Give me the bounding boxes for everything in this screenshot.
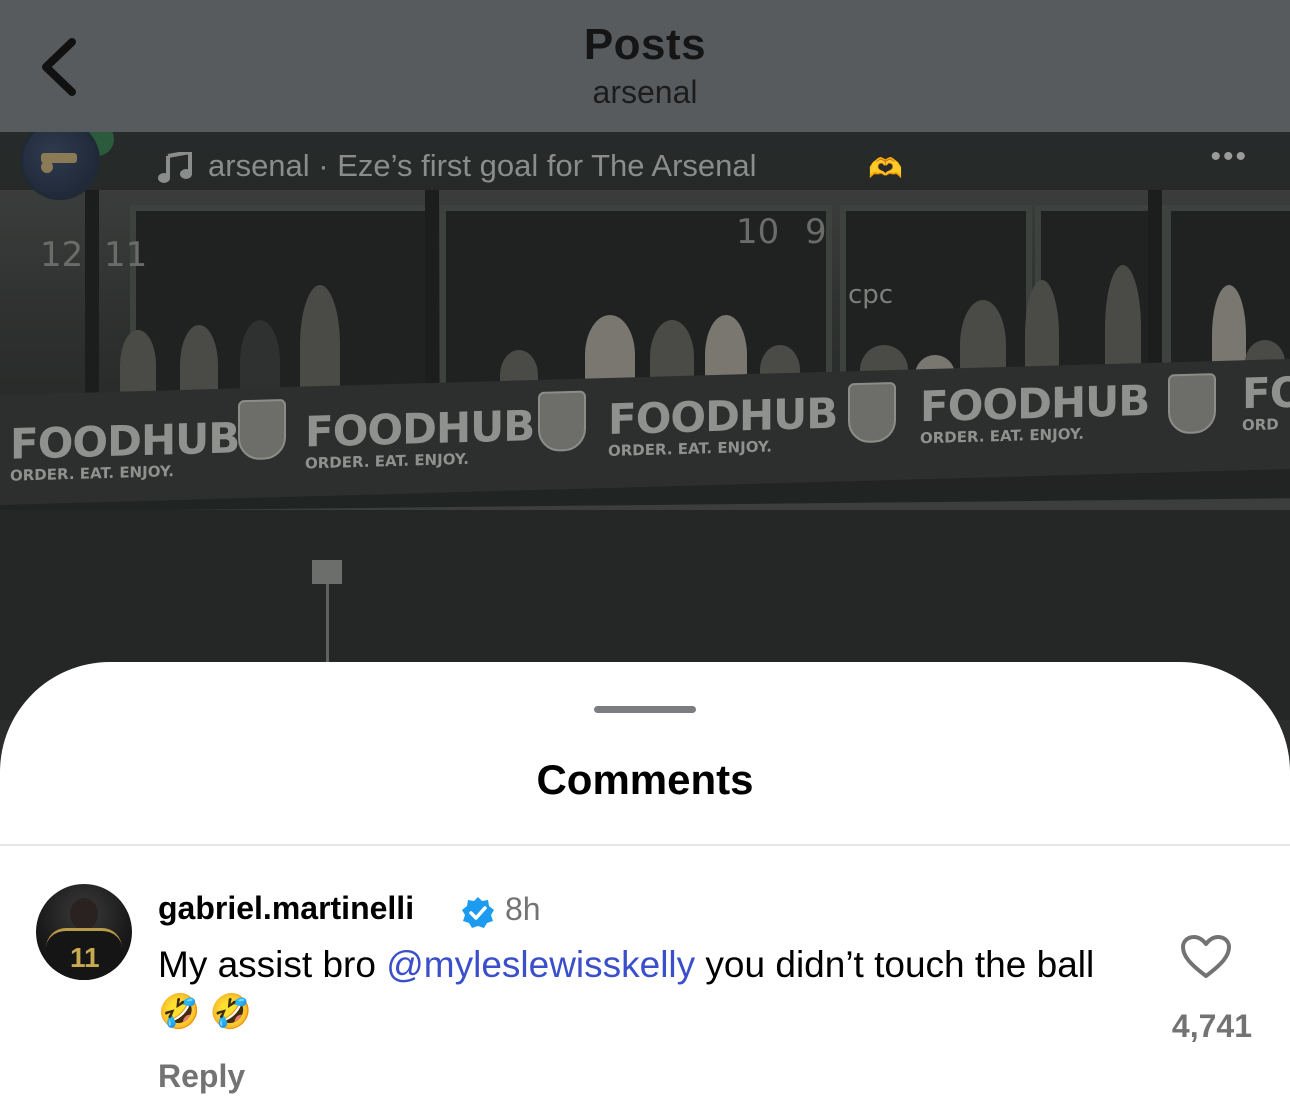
comment-text-before: My assist bro <box>158 944 387 985</box>
avatar-jersey-number: 11 <box>70 942 100 973</box>
comments-title: Comments <box>536 756 754 803</box>
ad-brand: FOODHUB <box>10 413 240 469</box>
post-audio-text[interactable]: arsenal · Eze’s first goal for The Arsen… <box>208 148 757 184</box>
stand-number: 9 <box>805 212 827 252</box>
ad-brand: FO <box>1242 367 1290 419</box>
ad-block: FOODHUB ORDER. EAT. ENJOY. <box>10 413 240 484</box>
music-note-icon <box>158 152 192 183</box>
reply-button[interactable]: Reply <box>158 1058 245 1095</box>
cannon-icon <box>41 153 77 173</box>
divider <box>0 844 1290 846</box>
comments-sheet: Comments 11 gabriel.martinelli 8h My ass… <box>0 662 1290 1111</box>
ad-block-partial: FO ORD <box>1242 367 1290 435</box>
more-horizontal-icon[interactable]: ••• <box>1210 140 1248 174</box>
stand-window <box>130 205 432 397</box>
comment-text: My assist bro @myleslewisskelly you didn… <box>158 942 1128 1035</box>
ad-block: FOODHUB ORDER. EAT. ENJOY. <box>608 388 838 460</box>
ad-tagline: ORD <box>1242 415 1279 435</box>
ad-brand: FOODHUB <box>305 401 535 457</box>
comment-text-after: you didn’t touch the ball <box>695 944 1095 985</box>
ad-block: FOODHUB ORDER. EAT. ENJOY. <box>920 375 1150 447</box>
sheet-drag-handle[interactable] <box>594 706 696 713</box>
heart-hands-emoji: 🫶 <box>868 153 903 184</box>
page-subtitle: arsenal <box>592 74 698 110</box>
club-crest-icon <box>1168 373 1216 435</box>
club-crest-icon <box>848 381 896 444</box>
ad-brand: FOODHUB <box>608 388 838 445</box>
stand-number: 10 <box>736 212 780 252</box>
heart-like-icon[interactable] <box>1180 934 1232 980</box>
top-nav-bar: Posts arsenal <box>0 0 1290 132</box>
like-count: 4,741 <box>1171 1008 1252 1044</box>
comment-username[interactable]: gabriel.martinelli <box>158 890 414 927</box>
sponsor-sign: cpc <box>848 280 894 310</box>
post-author-avatar[interactable] <box>20 120 100 200</box>
club-crest-icon <box>238 399 286 461</box>
verified-badge-icon <box>462 897 494 928</box>
page-title: Posts <box>583 20 707 69</box>
comment-time: 8h <box>505 891 541 927</box>
exit-sign-icon <box>312 560 342 584</box>
post-meta-row: arsenal · Eze’s first goal for The Arsen… <box>0 120 1290 200</box>
stand-number: 12 <box>40 235 84 275</box>
comment-mention-link[interactable]: @myleslewisskelly <box>386 944 695 985</box>
commenter-avatar[interactable]: 11 <box>36 884 132 980</box>
stand-number: 11 <box>104 235 148 275</box>
ad-brand: FOODHUB <box>920 375 1150 432</box>
club-crest-icon <box>538 390 586 452</box>
ad-block: FOODHUB ORDER. EAT. ENJOY. <box>305 401 535 472</box>
avatar-head <box>70 898 98 930</box>
spectator <box>120 330 156 400</box>
laughing-emoji: 🤣 🤣 <box>158 993 253 1031</box>
